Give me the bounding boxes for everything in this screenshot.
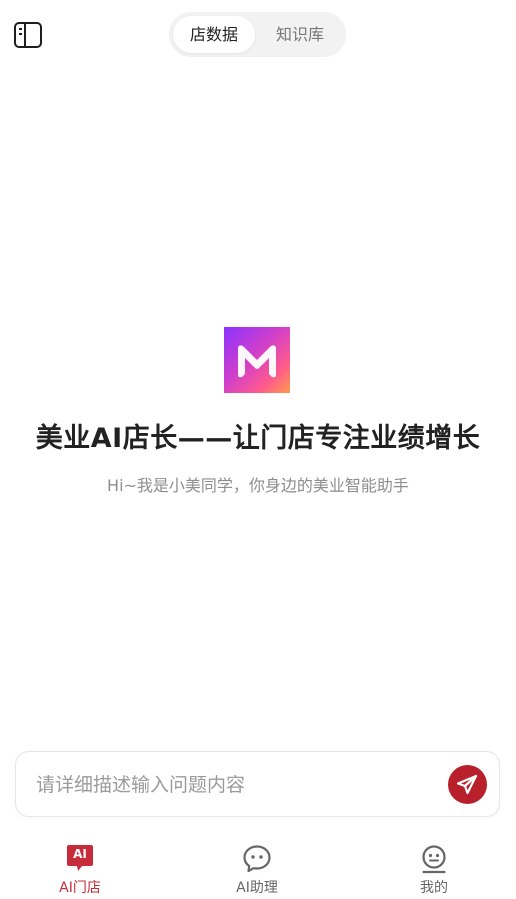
header-tab-switcher: 店数据 知识库 <box>169 12 346 57</box>
nav-item-ai-store[interactable]: AI AI门店 <box>20 835 140 899</box>
nav-label-profile: 我的 <box>420 880 448 896</box>
paper-plane-icon <box>456 774 478 795</box>
profile-face-icon <box>419 844 449 874</box>
question-input[interactable] <box>36 770 426 800</box>
nav-label-ai-store: AI门店 <box>59 880 101 896</box>
chat-bubble-icon <box>242 844 272 874</box>
hero-title: 美业AI店长——让门店专注业绩增长 <box>35 423 481 454</box>
tab-store-data[interactable]: 店数据 <box>173 16 255 53</box>
ai-badge-text: AI <box>73 847 87 861</box>
bottom-navigation: AI AI门店 AI助理 我的 <box>0 835 516 899</box>
ai-badge-icon: AI <box>65 844 95 874</box>
app-logo-icon <box>224 327 290 393</box>
sidebar-toggle-icon[interactable] <box>14 22 42 48</box>
app-screen: 店数据 知识库 美业AI店长——让门店专注业绩增长 Hi~我是小美同学，你身边的… <box>0 0 516 899</box>
send-button[interactable] <box>448 765 487 804</box>
nav-label-ai-assistant: AI助理 <box>236 880 278 896</box>
hero-subtitle: Hi~我是小美同学，你身边的美业智能助手 <box>107 476 409 495</box>
tab-knowledge-base[interactable]: 知识库 <box>259 16 341 53</box>
message-composer <box>15 751 500 817</box>
nav-item-ai-assistant[interactable]: AI助理 <box>197 835 317 899</box>
nav-item-profile[interactable]: 我的 <box>374 835 494 899</box>
